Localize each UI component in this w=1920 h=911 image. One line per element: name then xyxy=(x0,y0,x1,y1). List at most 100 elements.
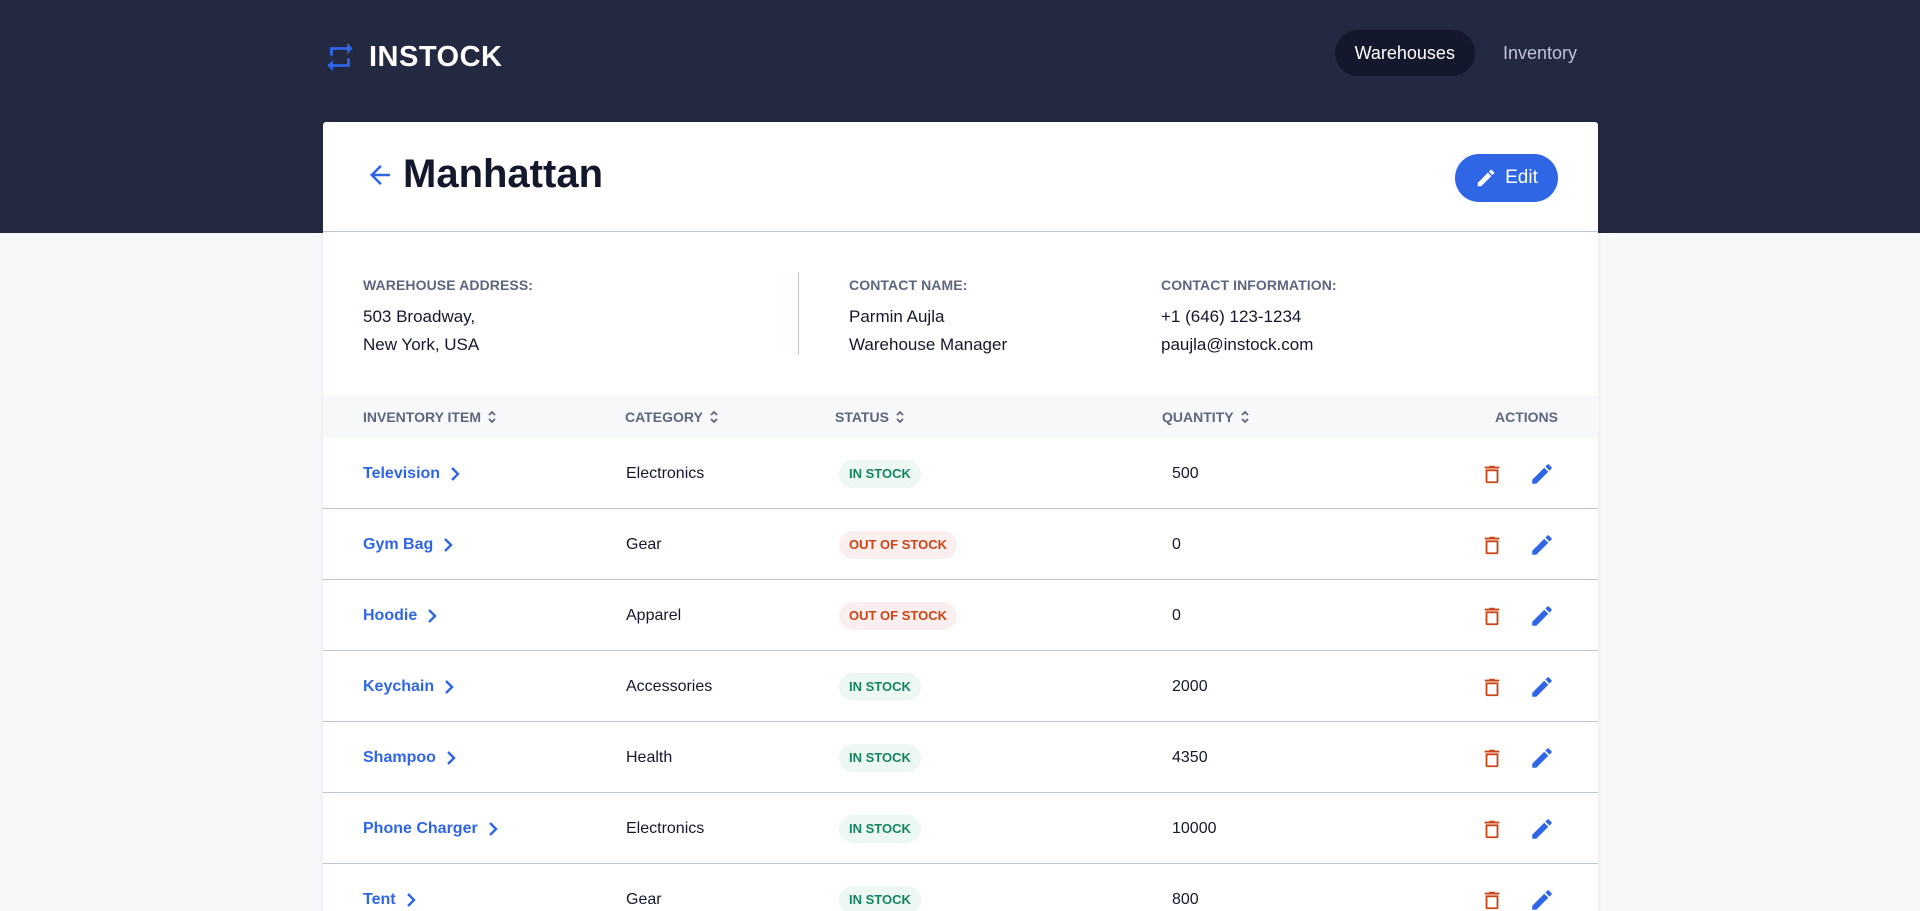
quantity-cell: 4350 xyxy=(1172,748,1208,766)
status-cell: IN STOCK xyxy=(839,793,921,864)
edit-button[interactable]: Edit xyxy=(1455,154,1558,202)
inventory-item-name: Tent xyxy=(363,890,396,908)
table-row: Keychain Accessories IN STOCK 2000 xyxy=(323,651,1598,722)
status-badge: OUT OF STOCK xyxy=(839,530,957,559)
card-header: Manhattan Edit xyxy=(323,122,1598,232)
status-cell: IN STOCK xyxy=(839,864,921,911)
status-badge: IN STOCK xyxy=(839,743,921,772)
trash-icon xyxy=(1484,820,1500,839)
edit-item-button[interactable] xyxy=(1529,745,1555,771)
category-cell: Apparel xyxy=(626,606,682,624)
status-badge: IN STOCK xyxy=(839,814,921,843)
address-line-2: New York, USA xyxy=(363,335,480,354)
table-header: INVENTORY ITEM CATEGORY STATUS QUANTITY … xyxy=(323,395,1598,438)
inventory-item-link[interactable]: Hoodie xyxy=(363,580,437,651)
inventory-item-link[interactable]: Tent xyxy=(363,864,416,911)
edit-item-button[interactable] xyxy=(1529,816,1555,842)
chevron-right-icon xyxy=(428,608,437,623)
chevron-right-icon xyxy=(406,892,416,907)
edit-item-button[interactable] xyxy=(1529,887,1555,911)
chevron-right-icon xyxy=(445,679,454,694)
status-badge: IN STOCK xyxy=(839,672,921,701)
column-label: QUANTITY xyxy=(1162,408,1234,425)
swap-arrows-icon xyxy=(327,42,353,72)
delete-button[interactable] xyxy=(1479,745,1505,771)
trash-icon xyxy=(1484,891,1500,910)
status-badge: OUT OF STOCK xyxy=(839,601,957,630)
table-row: Phone Charger Electronics IN STOCK 10000 xyxy=(323,793,1598,864)
pencil-icon xyxy=(1532,535,1552,555)
quantity-cell: 10000 xyxy=(1172,819,1217,837)
column-inventory-item[interactable]: INVENTORY ITEM xyxy=(363,395,497,438)
sort-icon xyxy=(1240,410,1249,423)
edit-item-button[interactable] xyxy=(1529,603,1555,629)
status-badge: IN STOCK xyxy=(839,459,921,488)
delete-button[interactable] xyxy=(1479,674,1505,700)
contact-email[interactable]: paujla@instock.com xyxy=(1161,331,1337,359)
table-row: Gym Bag Gear OUT OF STOCK 0 xyxy=(323,509,1598,580)
column-label: CATEGORY xyxy=(625,408,703,425)
logo-text: INSTOCK xyxy=(369,40,503,73)
inventory-item-link[interactable]: Phone Charger xyxy=(363,793,498,864)
pencil-icon xyxy=(1532,819,1552,839)
contact-name-label: CONTACT NAME: xyxy=(849,277,968,293)
column-category[interactable]: CATEGORY xyxy=(625,395,719,438)
inventory-item-link[interactable]: Gym Bag xyxy=(363,509,453,580)
status-cell: OUT OF STOCK xyxy=(839,509,957,580)
nav-warehouses[interactable]: Warehouses xyxy=(1334,30,1475,76)
chevron-right-icon xyxy=(488,821,498,836)
pencil-icon xyxy=(1532,890,1552,910)
column-quantity[interactable]: QUANTITY xyxy=(1162,395,1250,438)
inventory-table-body: Television Electronics IN STOCK 500 Gym Bag G… xyxy=(323,438,1598,911)
trash-icon xyxy=(1484,607,1500,626)
edit-item-button[interactable] xyxy=(1529,461,1555,487)
inventory-item-link[interactable]: Television xyxy=(363,438,460,509)
nav-inventory[interactable]: Inventory xyxy=(1483,30,1597,76)
delete-button[interactable] xyxy=(1479,816,1505,842)
status-badge: IN STOCK xyxy=(839,885,921,911)
category-cell: Accessories xyxy=(626,677,713,695)
status-cell: OUT OF STOCK xyxy=(839,580,957,651)
delete-button[interactable] xyxy=(1479,532,1505,558)
chevron-right-icon xyxy=(444,537,453,552)
warehouse-details-card: Manhattan Edit WAREHOUSE ADDRESS: 503 Br… xyxy=(323,122,1598,911)
edit-button-label: Edit xyxy=(1505,167,1538,188)
delete-button[interactable] xyxy=(1479,603,1505,629)
trash-icon xyxy=(1484,465,1500,484)
contact-phone: +1 (646) 123-1234 xyxy=(1161,307,1302,326)
quantity-cell: 800 xyxy=(1172,890,1199,908)
back-button[interactable] xyxy=(365,160,395,190)
table-row: Shampoo Health IN STOCK 4350 xyxy=(323,722,1598,793)
sort-icon xyxy=(710,410,718,423)
inventory-item-name: Hoodie xyxy=(363,606,418,624)
category-cell: Electronics xyxy=(626,464,705,482)
edit-item-button[interactable] xyxy=(1529,674,1555,700)
address-line-1: 503 Broadway, xyxy=(363,307,476,326)
category-cell: Gear xyxy=(626,890,662,908)
delete-button[interactable] xyxy=(1479,887,1505,911)
category-cell: Health xyxy=(626,748,673,766)
column-label: STATUS xyxy=(835,408,889,425)
inventory-item-name: Phone Charger xyxy=(363,819,478,837)
column-label: INVENTORY ITEM xyxy=(363,408,481,425)
quantity-cell: 0 xyxy=(1172,606,1181,624)
table-row: Tent Gear IN STOCK 800 xyxy=(323,864,1598,911)
category-cell: Gear xyxy=(626,535,662,553)
logo[interactable]: INSTOCK xyxy=(323,40,502,74)
pencil-icon xyxy=(1477,169,1495,187)
column-status[interactable]: STATUS xyxy=(835,395,905,438)
inventory-item-link[interactable]: Keychain xyxy=(363,651,454,722)
sort-icon xyxy=(488,410,496,423)
pencil-icon xyxy=(1532,677,1552,697)
arrow-left-icon xyxy=(370,165,390,185)
contact-name-value: Parmin Aujla xyxy=(849,307,945,326)
inventory-item-link[interactable]: Shampoo xyxy=(363,722,456,793)
chevron-right-icon xyxy=(447,750,456,765)
delete-button[interactable] xyxy=(1479,461,1505,487)
pencil-icon xyxy=(1532,464,1552,484)
quantity-cell: 500 xyxy=(1172,464,1199,482)
address-label: WAREHOUSE ADDRESS: xyxy=(363,277,534,293)
contact-position: Warehouse Manager xyxy=(849,335,1008,354)
edit-item-button[interactable] xyxy=(1529,532,1555,558)
warehouse-details: WAREHOUSE ADDRESS: 503 Broadway, New Yor… xyxy=(323,232,1598,395)
